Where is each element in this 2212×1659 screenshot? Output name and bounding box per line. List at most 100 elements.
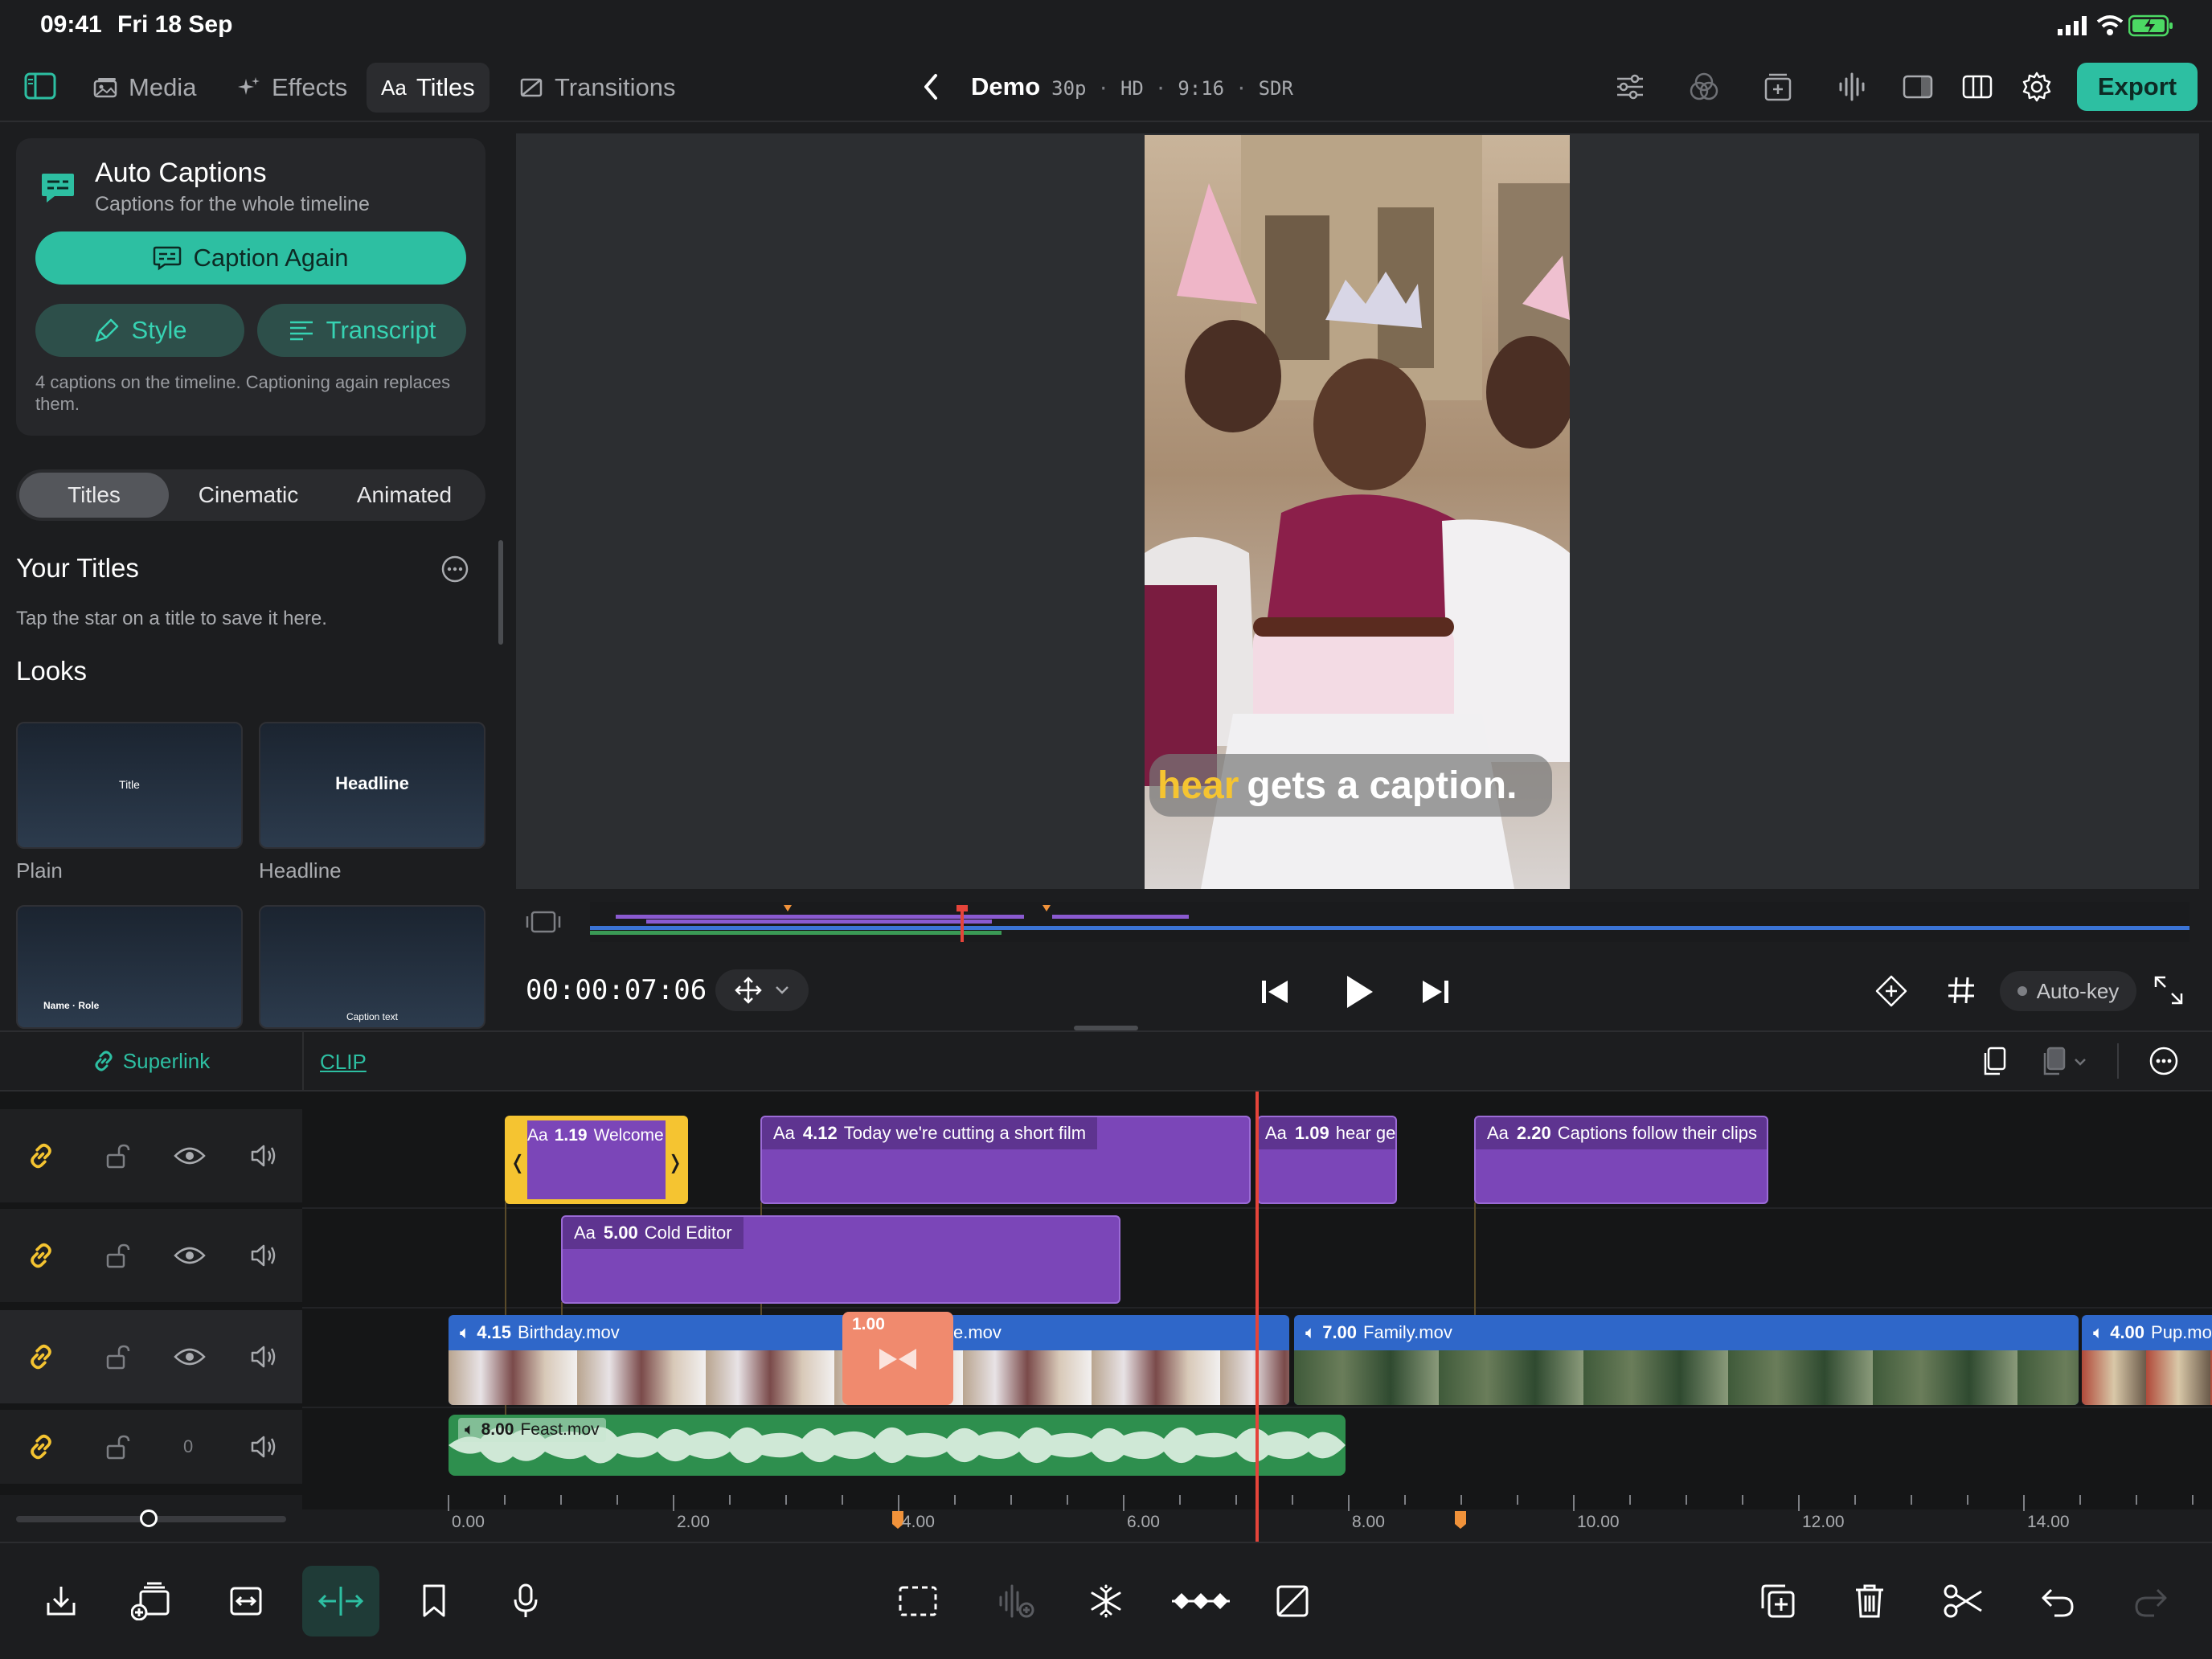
- video-clip-name: e.mov: [953, 1322, 1002, 1342]
- time-ruler[interactable]: 0.00 2.00 4.00 6.00 8.00 10.00 12.00 14.00: [302, 1495, 2212, 1542]
- tab-effects[interactable]: Effects: [220, 63, 362, 113]
- duplicate-icon[interactable]: [1749, 1572, 1807, 1630]
- transition-clip[interactable]: 1.00: [842, 1312, 953, 1405]
- adjustments-icon[interactable]: [1614, 71, 1646, 103]
- unlock-icon[interactable]: [103, 1242, 130, 1269]
- transcript-button[interactable]: Transcript: [257, 304, 466, 357]
- audio-add-icon[interactable]: [987, 1572, 1045, 1630]
- title-clip[interactable]: Aa 5.00 Cold Editor: [561, 1215, 1120, 1304]
- transform-menu[interactable]: [715, 969, 809, 1011]
- look-thumb-plain[interactable]: Title: [16, 722, 243, 849]
- title-clip-selected[interactable]: Aa 1.19 Welcome b ❬ ❭: [505, 1116, 688, 1204]
- title-clip[interactable]: Aa 4.12 Today we're cutting a short film: [760, 1116, 1251, 1204]
- add-keyframe-icon[interactable]: [1874, 974, 1908, 1008]
- microphone-icon[interactable]: [497, 1572, 555, 1630]
- video-clip-pup[interactable]: 🔈︎ 4.00 Pup.mo: [2082, 1315, 2212, 1405]
- caption-again-button[interactable]: Caption Again: [35, 231, 466, 285]
- project-info[interactable]: Demo 30p · HD · 9:16 · SDR: [971, 72, 1293, 101]
- clip-tab[interactable]: CLIP: [320, 1050, 367, 1075]
- superlink-button[interactable]: Superlink: [0, 1032, 302, 1090]
- copy-clip-icon[interactable]: [1979, 1045, 2009, 1079]
- look-thumb-name-role[interactable]: Name · Role: [16, 905, 243, 1029]
- keyframes-icon[interactable]: [1169, 1572, 1233, 1630]
- skip-forward-icon[interactable]: [1419, 976, 1452, 1008]
- video-clip-duration: 4.00: [2110, 1322, 2145, 1342]
- playhead[interactable]: [1256, 1495, 1259, 1542]
- unlock-icon[interactable]: [103, 1142, 130, 1169]
- eye-icon[interactable]: [174, 1145, 206, 1167]
- trim-handle-left-icon[interactable]: ❬: [510, 1151, 526, 1174]
- unlock-icon[interactable]: [103, 1343, 130, 1370]
- segment-animated[interactable]: Animated: [328, 473, 481, 518]
- trim-handle-right-icon[interactable]: ❭: [667, 1151, 683, 1174]
- title-clip-duration: 4.12: [802, 1123, 838, 1143]
- timecode-display[interactable]: 00:00:07:06: [526, 974, 707, 1006]
- undo-icon[interactable]: [2029, 1572, 2087, 1630]
- look-thumb-caption[interactable]: Caption text: [259, 905, 485, 1029]
- audio-clip-feast[interactable]: 🔈︎ 8.00 Feast.mov: [449, 1415, 1346, 1476]
- playhead[interactable]: [1256, 1092, 1259, 1542]
- sidebar-toggle-icon[interactable]: [24, 72, 56, 100]
- paste-clip-menu[interactable]: [2038, 1045, 2087, 1079]
- timeline-more-icon[interactable]: [2148, 1045, 2180, 1077]
- link-icon[interactable]: [27, 1343, 55, 1370]
- tab-effects-label: Effects: [272, 73, 348, 101]
- video-clip-family[interactable]: 🔈︎ 7.00 Family.mov: [1294, 1315, 2079, 1405]
- trash-icon[interactable]: [1841, 1572, 1899, 1630]
- audio-track-volume[interactable]: 0: [183, 1436, 193, 1457]
- columns-layout-icon[interactable]: [1961, 71, 1993, 103]
- transport-bar: 00:00:07:06 Auto-key: [516, 963, 2199, 1021]
- crop-slash-icon[interactable]: [1264, 1572, 1321, 1630]
- speaker-icon[interactable]: [249, 1344, 278, 1370]
- speaker-icon[interactable]: [249, 1434, 278, 1460]
- freeze-frame-icon[interactable]: [1077, 1572, 1135, 1630]
- audio-clip-duration: 8.00: [481, 1420, 514, 1439]
- eye-icon[interactable]: [174, 1244, 206, 1267]
- panel-scrollbar[interactable]: [498, 540, 503, 645]
- fit-timeline-icon[interactable]: [217, 1572, 275, 1630]
- look-thumb-headline[interactable]: Headline: [259, 722, 485, 849]
- ruler-label: 4.00: [902, 1513, 935, 1531]
- link-icon[interactable]: [27, 1242, 55, 1269]
- redo-icon[interactable]: [2122, 1572, 2180, 1630]
- audio-waveform-icon[interactable]: [1836, 71, 1868, 103]
- eye-icon[interactable]: [174, 1346, 206, 1368]
- speaker-icon[interactable]: [249, 1143, 278, 1169]
- overview-scrubber[interactable]: [516, 899, 2199, 947]
- zoom-slider-knob[interactable]: [139, 1509, 158, 1527]
- fullscreen-expand-icon[interactable]: [2153, 974, 2185, 1006]
- settings-gear-icon[interactable]: [2021, 71, 2053, 103]
- filmstrip-icon[interactable]: [526, 910, 561, 934]
- color-wheels-icon[interactable]: [1688, 71, 1720, 103]
- inspector-panel-icon[interactable]: [1902, 71, 1934, 103]
- tab-titles[interactable]: Aa Titles: [367, 63, 490, 113]
- segment-titles[interactable]: Titles: [19, 473, 169, 518]
- marker-flag-icon[interactable]: [1453, 1509, 1468, 1530]
- tab-media[interactable]: Media: [77, 63, 211, 113]
- speaker-icon[interactable]: [249, 1243, 278, 1268]
- bookmark-icon[interactable]: [405, 1572, 463, 1630]
- segment-cinematic[interactable]: Cinematic: [172, 473, 325, 518]
- export-button[interactable]: Export: [2077, 63, 2198, 111]
- skip-back-icon[interactable]: [1259, 976, 1291, 1008]
- select-marquee-icon[interactable]: [889, 1572, 947, 1630]
- tab-transitions[interactable]: Transitions: [503, 63, 690, 113]
- grid-icon[interactable]: [1945, 974, 1977, 1006]
- title-clip[interactable]: Aa 1.09 hear ge: [1257, 1116, 1397, 1204]
- title-clip[interactable]: Aa 2.20 Captions follow their clips: [1474, 1116, 1768, 1204]
- auto-key-toggle[interactable]: Auto-key: [2000, 971, 2136, 1011]
- link-icon[interactable]: [27, 1433, 55, 1460]
- unlock-icon[interactable]: [103, 1433, 130, 1460]
- caption-overlay[interactable]: hear gets a caption.: [1149, 754, 1553, 817]
- add-layer-icon[interactable]: [1762, 71, 1794, 103]
- import-icon[interactable]: [32, 1572, 90, 1630]
- more-options-icon[interactable]: [440, 555, 469, 584]
- scissors-icon[interactable]: [1934, 1572, 1992, 1630]
- style-button[interactable]: Style: [35, 304, 244, 357]
- split-mode-button[interactable]: [302, 1566, 379, 1636]
- back-chevron-icon[interactable]: [920, 72, 944, 101]
- link-icon[interactable]: [27, 1142, 55, 1169]
- play-icon[interactable]: [1341, 973, 1376, 1011]
- add-clip-stack-icon[interactable]: [122, 1572, 180, 1630]
- video-frame[interactable]: hear gets a caption.: [1145, 135, 1570, 889]
